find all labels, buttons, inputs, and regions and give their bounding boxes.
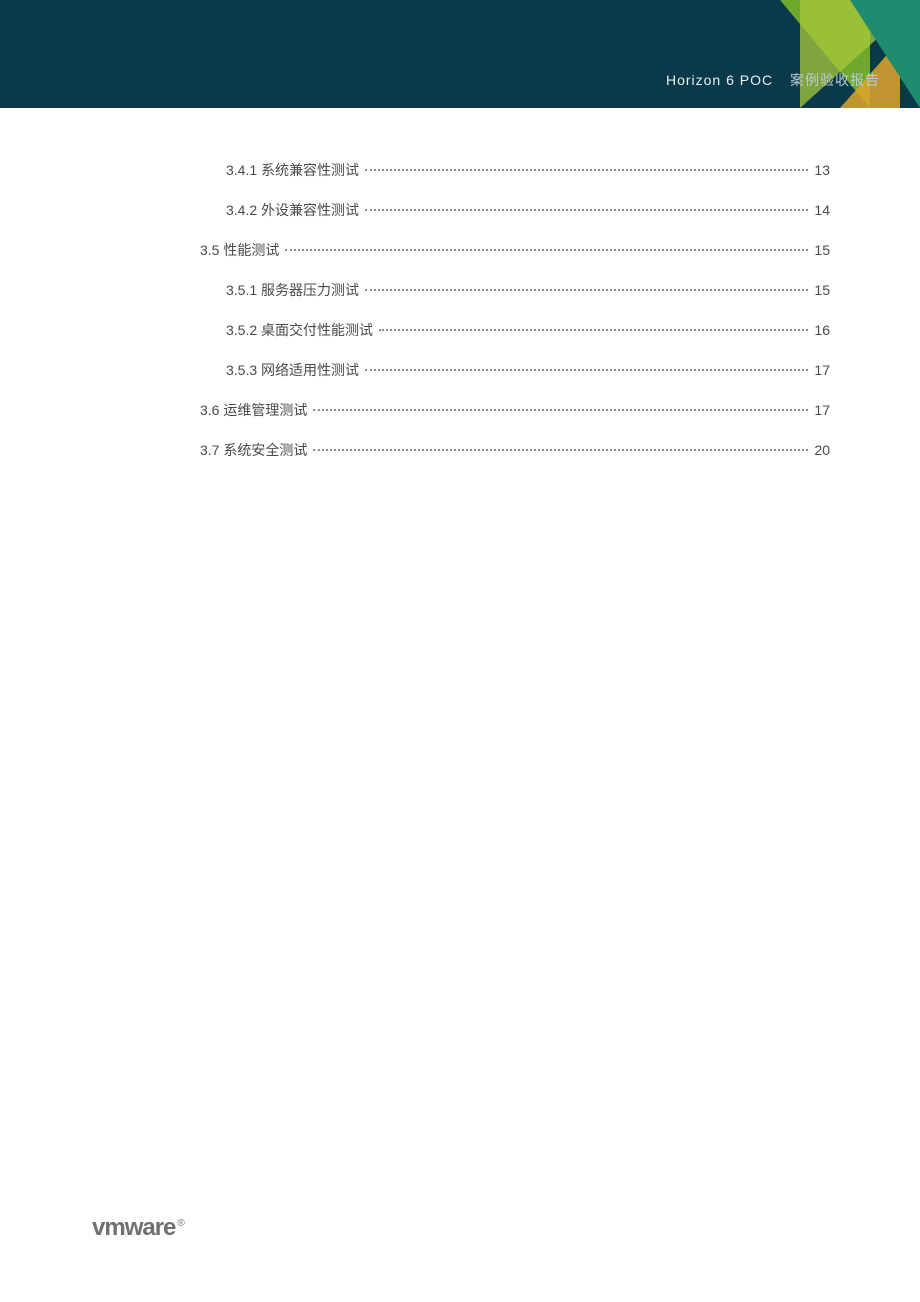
toc-page: 20 [810, 442, 830, 458]
toc-label: 3.4.2 外设兼容性测试 [226, 200, 363, 220]
toc-entry[interactable]: 3.7 系统安全测试 20 [200, 440, 830, 460]
toc-leader [379, 329, 808, 331]
decor-triangle-darkteal [850, 0, 920, 108]
toc-entry[interactable]: 3.5 性能测试 15 [200, 240, 830, 260]
toc-label: 3.6 运维管理测试 [200, 400, 311, 420]
toc-leader [365, 289, 808, 291]
title-main: Horizon 6 POC [666, 72, 773, 88]
toc-page: 15 [810, 242, 830, 258]
toc-page: 17 [810, 362, 830, 378]
toc-page: 14 [810, 202, 830, 218]
toc-label: 3.4.1 系统兼容性测试 [226, 160, 363, 180]
page-title: Horizon 6 POC 案例验收报告 [666, 70, 880, 90]
header-band: Horizon 6 POC 案例验收报告 [0, 0, 920, 108]
toc-page: 16 [810, 322, 830, 338]
registered-mark: ® [177, 1218, 183, 1229]
title-sub: 案例验收报告 [790, 72, 880, 88]
toc-page: 15 [810, 282, 830, 298]
toc-page: 13 [810, 162, 830, 178]
toc-entry[interactable]: 3.5.2 桌面交付性能测试 16 [200, 320, 830, 340]
toc-page: 17 [810, 402, 830, 418]
vmware-logo: vmware® [92, 1214, 184, 1242]
toc-label: 3.7 系统安全测试 [200, 440, 311, 460]
toc-entry[interactable]: 3.5.3 网络适用性测试 17 [200, 360, 830, 380]
logo-text: vmware [92, 1214, 175, 1241]
toc-entry[interactable]: 3.5.1 服务器压力测试 15 [200, 280, 830, 300]
toc-leader [313, 449, 808, 451]
toc-leader [365, 369, 808, 371]
toc-entry[interactable]: 3.6 运维管理测试 17 [200, 400, 830, 420]
toc-label: 3.5 性能测试 [200, 240, 283, 260]
toc-entry[interactable]: 3.4.1 系统兼容性测试 13 [200, 160, 830, 180]
header-decor [640, 0, 920, 108]
toc-label: 3.5.2 桌面交付性能测试 [226, 320, 377, 340]
toc-leader [285, 249, 808, 251]
toc-entry[interactable]: 3.4.2 外设兼容性测试 14 [200, 200, 830, 220]
toc-label: 3.5.1 服务器压力测试 [226, 280, 363, 300]
toc-leader [313, 409, 808, 411]
toc-leader [365, 209, 808, 211]
toc-label: 3.5.3 网络适用性测试 [226, 360, 363, 380]
toc-leader [365, 169, 808, 171]
table-of-contents: 3.4.1 系统兼容性测试 13 3.4.2 外设兼容性测试 14 3.5 性能… [200, 160, 830, 480]
